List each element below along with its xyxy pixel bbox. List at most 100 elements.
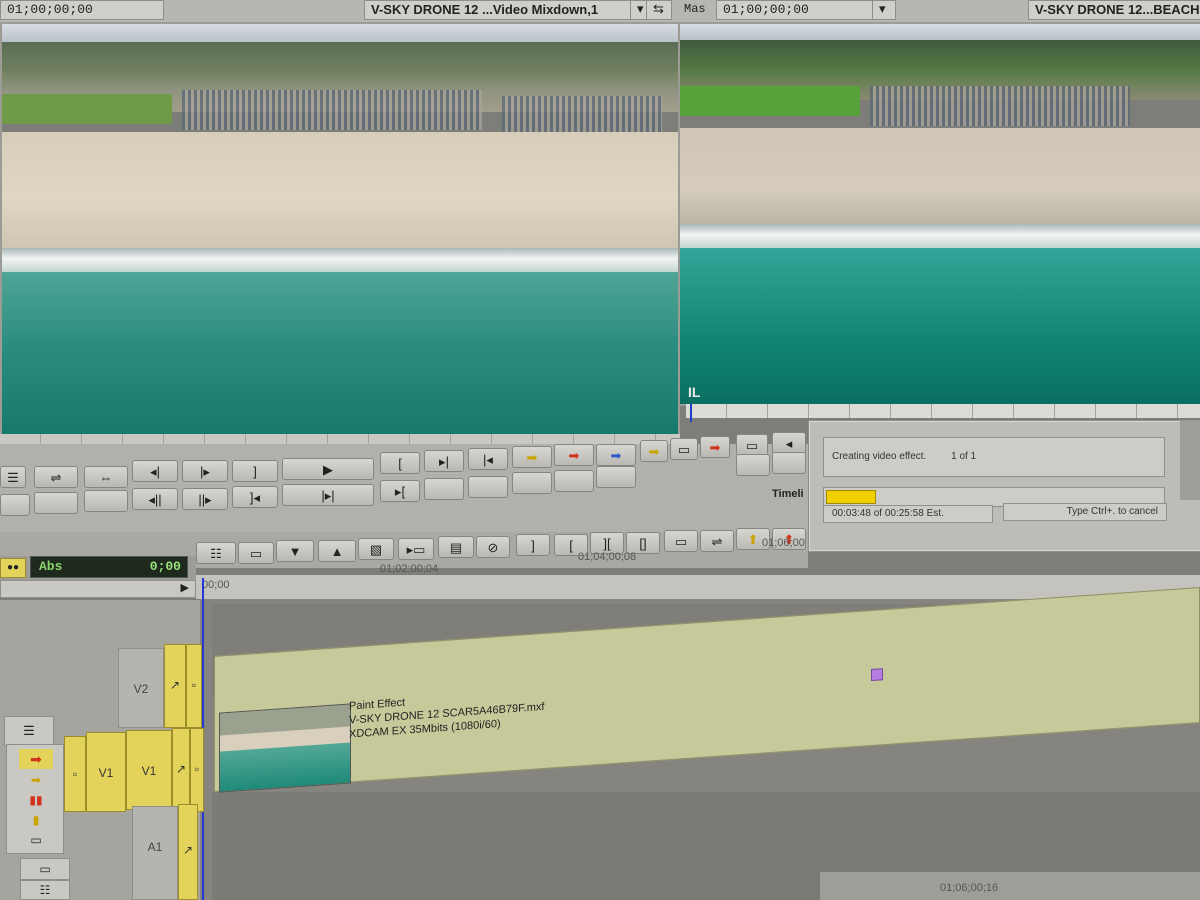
timecode-display[interactable]: Abs 0;00	[30, 556, 188, 578]
move-down-icon[interactable]: ▼	[276, 540, 314, 562]
extract-icon[interactable]: ⇌	[700, 530, 734, 552]
monitor-icon[interactable]: ▭	[736, 434, 768, 456]
timeline-ruler[interactable]: 00;00 01;02;00;04 01;04;00;08 01;06;00	[196, 537, 1200, 599]
counter-value: 0;00	[149, 559, 181, 574]
total-time: 00:25:58	[884, 508, 924, 519]
sync-icon[interactable]: ⇆	[646, 0, 672, 20]
go-to-in-icon[interactable]: ▸|	[424, 450, 464, 472]
record-monitor[interactable]	[0, 22, 680, 438]
settings-sliders-icon[interactable]: ☷	[20, 880, 70, 900]
blank-button[interactable]	[424, 478, 464, 500]
lift-icon[interactable]: ▭	[664, 530, 698, 552]
track-v1-record[interactable]: V1	[126, 730, 172, 810]
source-monitor[interactable]: IL	[678, 22, 1200, 406]
monitor-overlay-mark: IL	[688, 384, 701, 400]
status-text: Creating video effect.	[832, 451, 927, 462]
mark-out-icon[interactable]: ]	[232, 460, 278, 482]
blank-button[interactable]	[772, 452, 806, 474]
ruler-tick-label: 01;06;00;16	[940, 882, 999, 894]
mark-in-icon[interactable]: [	[380, 452, 420, 474]
timeline-counter-area: ●● Abs 0;00	[0, 556, 196, 580]
source-position-bar[interactable]	[686, 404, 1200, 418]
settings-sliders-icon[interactable]: ☷	[196, 542, 236, 564]
play-forward-icon[interactable]: ||▸	[182, 488, 228, 510]
overwrite-icon[interactable]: ➡	[19, 749, 53, 769]
tool-palette: ➡ ➡ ▮▮ ▮ ▭	[6, 744, 64, 854]
chevron-down-icon[interactable]: ▾	[872, 0, 896, 20]
step-forward-icon[interactable]: |▸	[182, 460, 228, 482]
blank-button[interactable]	[468, 476, 508, 498]
status-field: Creating video effect. 1 of 1	[823, 437, 1165, 477]
splice-in-icon[interactable]: ➡	[512, 446, 552, 468]
overwrite-icon[interactable]: ➡	[554, 444, 594, 466]
render-icon[interactable]: ▸▭	[398, 538, 434, 560]
count-text: 1 of 1	[951, 451, 977, 462]
track-a1-lock-icon[interactable]: ↗	[178, 804, 198, 900]
blank-button[interactable]	[0, 494, 30, 516]
overwrite-alt-icon[interactable]: ➡	[700, 436, 730, 458]
segment-yellow-icon[interactable]: ▮	[19, 813, 53, 831]
blank-button[interactable]	[596, 466, 636, 488]
palette-menu-icon[interactable]: ☰	[4, 716, 54, 746]
play-reverse-icon[interactable]: ◂||	[132, 488, 178, 510]
track-v2-lock-icon[interactable]: ↗	[164, 644, 186, 728]
source-clip-menu[interactable]: V-SKY DRONE 12...BEACH CAL	[1028, 0, 1200, 20]
trim-icon[interactable]: ⇌	[34, 466, 78, 488]
move-up-icon[interactable]: ▲	[318, 540, 356, 562]
record-position-bar[interactable]	[0, 434, 680, 444]
step-back-icon[interactable]: ◂|	[132, 460, 178, 482]
track-v1-source[interactable]: V1	[86, 732, 126, 812]
segment-red-icon[interactable]: ▮▮	[19, 793, 53, 811]
monitor-small-icon[interactable]: ▭	[19, 833, 53, 851]
time-readout: 00:03:48 of 00:25:58 Est.	[823, 505, 993, 523]
source-position-indicator[interactable]	[690, 404, 692, 422]
play-in-out-icon[interactable]: ]◂	[232, 486, 278, 508]
monitor-icon[interactable]: ▭	[238, 542, 274, 564]
effect-icon[interactable]	[871, 668, 883, 682]
transport-controls: ☰ ⇌ ⇔ ◂| |▸ ] ▶ [ ▸| |◂ ➡ ➡ ➡ ➡ ▭ ➡ ▭ ◂ …	[0, 432, 808, 532]
blank-button[interactable]	[554, 470, 594, 492]
record-timecode[interactable]: 01;00;00;00	[0, 0, 164, 20]
ruler-tick-label: 01;06;00	[762, 537, 805, 549]
replace-icon[interactable]: ➡	[596, 444, 636, 466]
no-entry-icon[interactable]: ⊘	[476, 536, 510, 558]
play-small-icon[interactable]: ▶	[181, 581, 189, 594]
track-v1-source-patch-icon[interactable]: ▫	[64, 736, 86, 812]
monitor-header: 01;00;00;00 V-SKY DRONE 12 ...Video Mixd…	[0, 0, 1200, 23]
render-progress-dialog: Creating video effect. 1 of 1 00:03:48 o…	[808, 420, 1200, 552]
mas-label: Mas	[684, 2, 706, 16]
timeline-scroll[interactable]: ▶	[0, 580, 196, 598]
blank-button[interactable]	[512, 472, 552, 494]
track-v1-monitor-icon[interactable]: ▫	[190, 728, 204, 812]
ruler-tick-label: 01;04;00;08	[578, 551, 637, 563]
lift-icon[interactable]: ➡	[640, 440, 668, 462]
extract-icon[interactable]: ▭	[670, 438, 698, 460]
go-to-out-icon[interactable]: |◂	[468, 448, 508, 470]
menu-icon[interactable]: ☰	[0, 466, 26, 488]
record-icon[interactable]: ●●	[0, 558, 26, 578]
blank-button[interactable]	[34, 492, 78, 514]
track-v1-lock-icon[interactable]: ↗	[172, 728, 190, 812]
play-to-out-icon[interactable]: |▸|	[282, 484, 374, 506]
track-v2-monitor-icon[interactable]: ▫	[186, 644, 202, 728]
timeline-label: Timeli	[772, 488, 804, 500]
track-v2-selector[interactable]: V2	[118, 648, 164, 728]
source-timecode[interactable]: 01;00;00;00	[716, 0, 882, 20]
blank-button[interactable]	[84, 490, 128, 512]
track-a1-selector[interactable]: A1	[132, 806, 178, 900]
record-clip-menu[interactable]: V-SKY DRONE 12 ...Video Mixdown,1	[364, 0, 640, 20]
monitor-icon[interactable]: ▭	[20, 858, 70, 880]
bottom-ruler[interactable]: 01;06;00;16	[820, 872, 1200, 900]
splice-icon[interactable]: ➡	[19, 773, 53, 791]
effect-icon[interactable]: ▧	[358, 538, 394, 560]
mark-out-icon[interactable]: ]	[516, 534, 550, 556]
cancel-hint: Type Ctrl+. to cancel	[1003, 503, 1167, 521]
clear-marks-icon[interactable]: ▸[	[380, 480, 420, 502]
est-label: Est.	[926, 508, 944, 519]
quick-transition-icon[interactable]: ▤	[438, 536, 474, 558]
back-icon[interactable]: ◂	[772, 432, 806, 454]
play-icon[interactable]: ▶	[282, 458, 374, 480]
fit-icon[interactable]: ⇔	[84, 466, 128, 488]
blank-button[interactable]	[736, 454, 770, 476]
right-edge-panel	[1180, 420, 1200, 500]
